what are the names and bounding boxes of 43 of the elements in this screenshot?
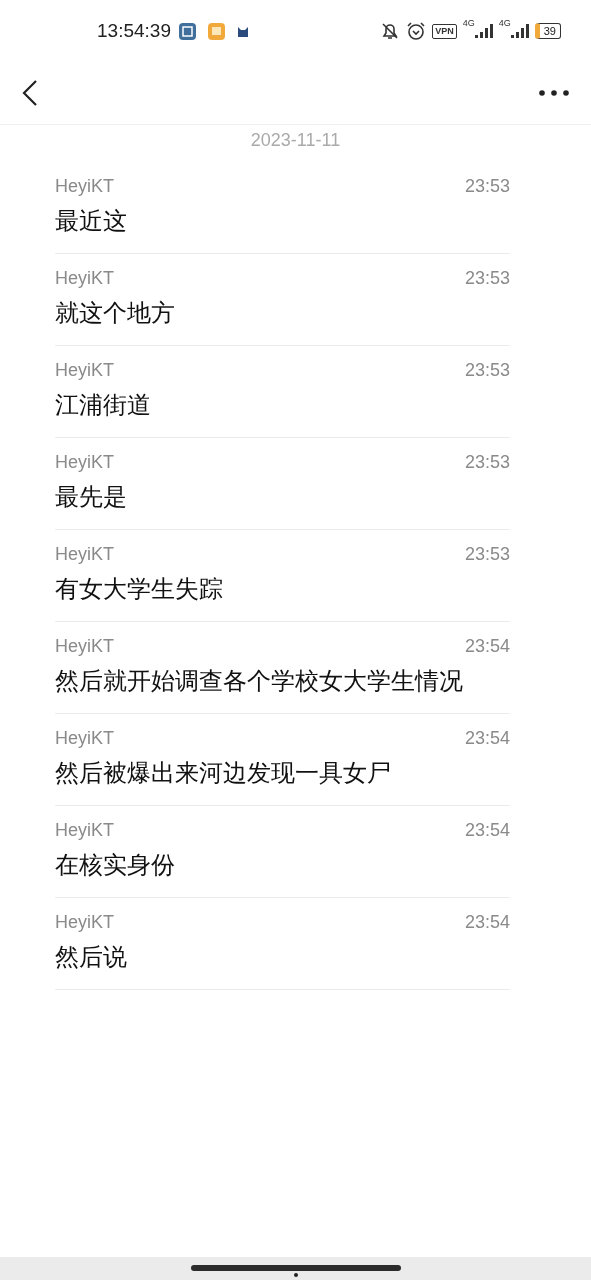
cat-icon — [236, 25, 249, 37]
battery-indicator: 39 — [534, 23, 561, 39]
signal-icon — [474, 24, 493, 38]
message-time: 23:54 — [464, 911, 510, 933]
vpn-indicator: VPN — [432, 23, 457, 39]
message-text: 然后被爆出来河边发现一具女尸 — [55, 758, 392, 788]
app-icon — [178, 22, 196, 40]
sender-name: HeyiKT — [55, 819, 114, 841]
message-time: 23:54 — [464, 819, 510, 841]
message-text: 就这个地方 — [55, 298, 176, 328]
clock-time: 13:54:39 — [97, 18, 171, 43]
network-type: 4G — [462, 17, 475, 30]
sender-name: HeyiKT — [55, 543, 114, 565]
network-type: 4G — [498, 17, 511, 30]
sender-name: HeyiKT — [55, 267, 114, 289]
signal-icon — [510, 24, 529, 38]
sender-name: HeyiKT — [55, 175, 114, 197]
sender-name: HeyiKT — [55, 451, 114, 473]
dot-icon — [293, 1273, 298, 1277]
message-time: 23:53 — [464, 267, 510, 289]
alarm-icon — [406, 21, 427, 41]
home-indicator[interactable] — [190, 1263, 401, 1273]
back-icon[interactable] — [22, 79, 38, 107]
message-time: 23:53 — [464, 543, 510, 565]
message-time: 23:54 — [464, 727, 510, 749]
message-text: 在核实身份 — [55, 850, 176, 880]
message-text: 有女大学生失踪 — [55, 574, 224, 604]
sender-name: HeyiKT — [55, 359, 114, 381]
sender-name: HeyiKT — [55, 911, 114, 933]
message-time: 23:53 — [464, 451, 510, 473]
date-label: 2023-11-11 — [249, 129, 342, 152]
message-text: 最近这 — [55, 206, 128, 236]
sender-name: HeyiKT — [55, 727, 114, 749]
app-icon — [207, 22, 225, 40]
message-time: 23:54 — [464, 635, 510, 657]
message-text: 最先是 — [55, 482, 128, 512]
message-text: 然后就开始调查各个学校女大学生情况 — [55, 666, 464, 696]
sender-name: HeyiKT — [55, 635, 114, 657]
more-icon[interactable] — [539, 90, 569, 96]
message-text: 然后说 — [55, 942, 128, 972]
message-time: 23:53 — [464, 359, 510, 381]
message-text: 江浦街道 — [55, 390, 152, 420]
message-time: 23:53 — [464, 175, 510, 197]
